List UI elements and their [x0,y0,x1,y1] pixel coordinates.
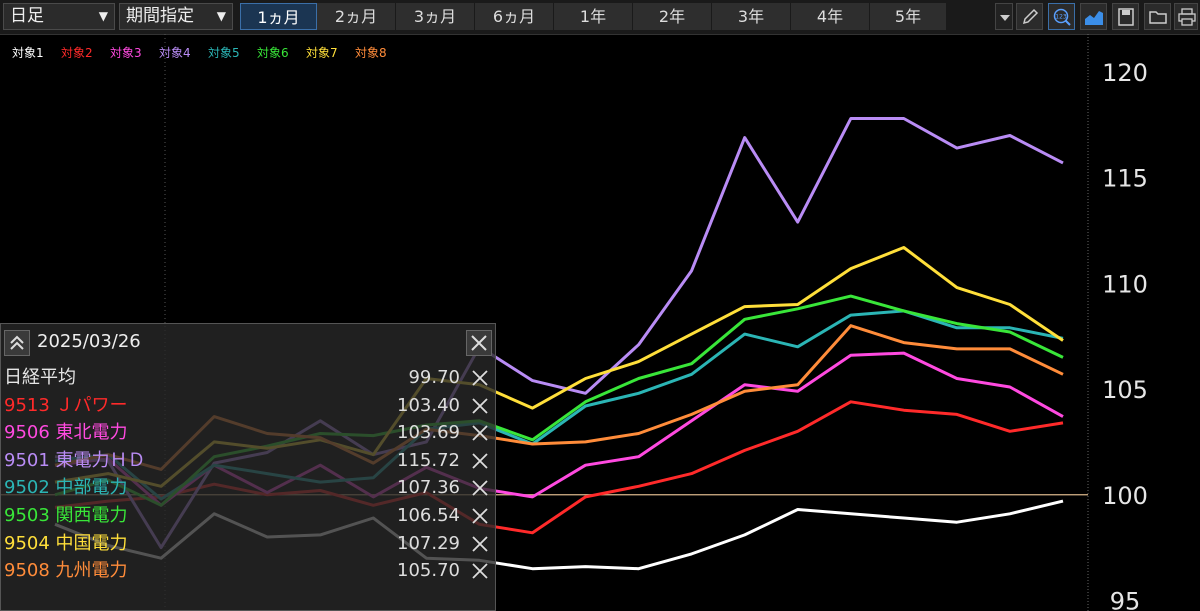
pencil-icon [1022,8,1039,25]
interval-label: 日足 [10,6,44,26]
period-tab[interactable]: 1ヵ月 [240,3,317,30]
remove-series-button[interactable] [470,423,490,443]
close-icon [472,563,488,579]
dropdown-icon [1000,15,1010,21]
y-tick-label: 95 [1110,587,1141,611]
series-name: 9508 九州電力 [4,560,128,582]
series-value: 99.70 [408,367,460,388]
remove-series-button[interactable] [470,561,490,581]
series-value: 107.36 [397,477,460,499]
close-icon [472,453,488,469]
y-axis: 95 100 105 110 115 120 [1102,59,1148,611]
panel-close-button[interactable] [466,330,492,356]
period-tab[interactable]: 6ヵ月 [475,3,554,30]
print-button[interactable] [1174,3,1198,30]
panel-date: 2025/03/26 [37,331,141,352]
chevron-down-icon: ▼ [216,9,226,23]
period-tab[interactable]: 5年 [870,3,947,30]
remove-series-button[interactable] [470,451,490,471]
close-icon [472,535,488,552]
series-value: 115.72 [397,449,460,471]
panel-row: 9501 東電力ＨＤ 115.72 [4,447,492,474]
panel-row: 9504 中国電力 107.29 [4,530,492,557]
open-button[interactable] [1144,3,1171,30]
y-tick-label: 105 [1102,376,1148,404]
indicator-icon: 123 [1053,8,1071,26]
series-name: 9513 Ｊパワー [4,394,128,416]
y-tick-label: 110 [1102,270,1148,298]
series-value: 107.29 [397,532,460,554]
chart-type-button[interactable] [1080,3,1107,30]
period-tab[interactable]: 2ヵ月 [317,3,396,30]
period-tab[interactable]: 4年 [791,3,870,30]
series-name: 9503 関西電力 [4,505,128,526]
series-value: 103.69 [397,422,460,444]
y-tick-label: 115 [1102,165,1148,193]
series-name: 日経平均 [4,367,76,388]
panel-row: 日経平均 99.70 [4,364,492,391]
series-name: 9501 東電力ＨＤ [4,449,146,471]
series-value: 105.70 [397,560,460,582]
close-icon [472,480,488,497]
y-tick-label: 100 [1102,482,1148,510]
series-value: 103.40 [397,394,460,416]
folder-icon [1149,11,1167,24]
period-tab[interactable]: 3ヵ月 [396,3,475,30]
close-icon [472,370,488,386]
remove-series-button[interactable] [470,478,490,498]
save-button[interactable] [1112,3,1139,30]
remove-series-button[interactable] [470,506,490,526]
series-name: 9506 東北電力 [4,422,128,444]
panel-row: 9513 Ｊパワー 103.40 [4,392,492,419]
save-icon [1118,8,1134,26]
interval-dropdown[interactable]: 日足 ▼ [3,3,115,30]
range-mode-dropdown[interactable]: 期間指定 ▼ [119,3,233,30]
close-icon [472,508,488,524]
series-value: 106.54 [397,505,460,526]
value-panel: 2025/03/26 日経平均 99.70 9513 Ｊパワー 103.40 9506 … [0,323,496,611]
chevron-down-icon: ▼ [98,9,108,23]
period-tab[interactable]: 1年 [554,3,633,30]
collapse-button[interactable] [4,330,30,356]
svg-text:123: 123 [1055,14,1067,21]
period-tab[interactable]: 3年 [712,3,791,30]
indicator-button[interactable]: 123 [1048,3,1075,30]
series-name: 9504 中国電力 [4,532,128,554]
period-tab[interactable]: 2年 [633,3,712,30]
series-name: 9502 中部電力 [4,477,128,499]
panel-row: 9506 東北電力 103.69 [4,419,492,446]
remove-series-button[interactable] [470,368,490,388]
remove-series-button[interactable] [470,396,490,416]
toolbar: 日足 ▼ 期間指定 ▼ 1ヵ月 2ヵ月 3ヵ月 6ヵ月 1年 2年 3年 4年 5年 123 [0,0,1200,35]
print-icon [1178,8,1196,26]
close-icon [471,335,487,351]
panel-row: 9508 九州電力 105.70 [4,557,492,584]
close-icon [472,425,488,441]
panel-row: 9502 中部電力 107.36 [4,474,492,501]
remove-series-button[interactable] [470,534,490,554]
draw-tool-button[interactable] [1016,3,1043,30]
area-chart-icon [1085,11,1103,25]
more-dropdown-button[interactable] [995,3,1013,30]
panel-row: 9503 関西電力 106.54 [4,502,492,529]
chevrons-up-icon [10,335,24,350]
y-tick-label: 120 [1102,59,1148,87]
close-icon [472,397,488,414]
range-mode-label: 期間指定 [126,6,194,26]
